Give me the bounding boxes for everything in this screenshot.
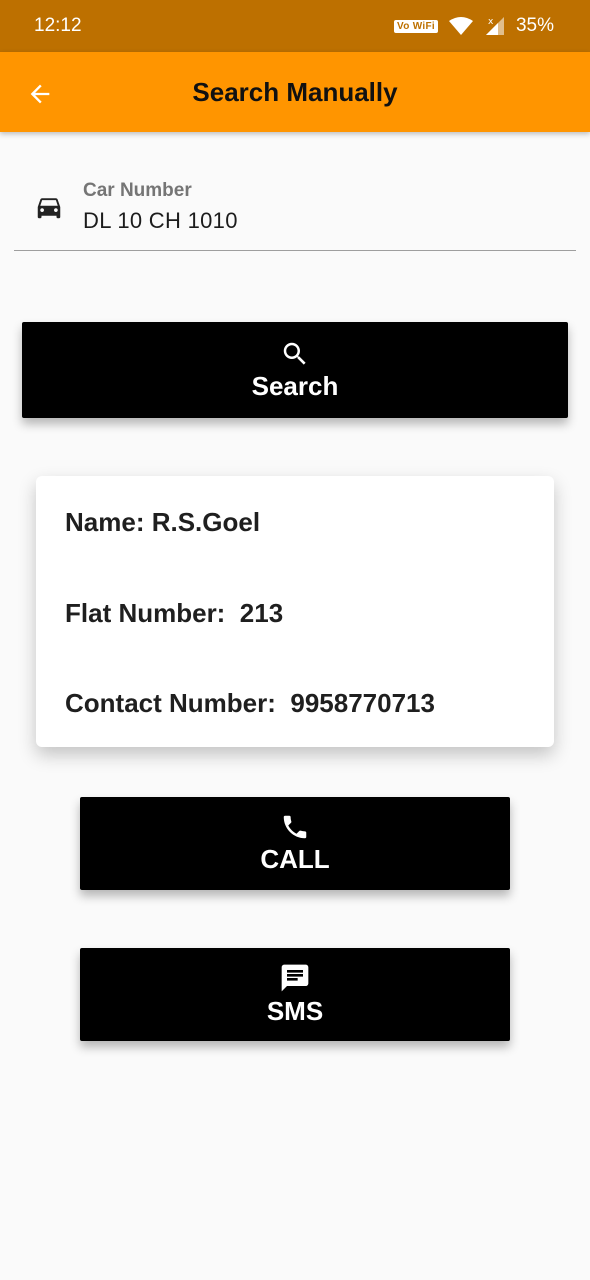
battery-percent: 35% <box>515 15 554 36</box>
search-icon <box>283 342 306 365</box>
message-icon <box>281 964 309 992</box>
vowifi-badge: Vo WiFi <box>394 19 438 33</box>
page-title: Search Manually <box>192 76 398 107</box>
call-button[interactable]: CALL <box>80 797 510 890</box>
phone-icon <box>283 815 307 839</box>
car-icon <box>34 192 64 227</box>
contact-number-row: Contact Number: 9958770713 <box>65 688 435 719</box>
arrow-left-icon <box>30 84 50 104</box>
status-bar: 12:12 Vo WiFi x 35% <box>0 0 590 52</box>
contact-number-value: 9958770713 <box>290 688 435 718</box>
car-number-label: Car Number <box>83 180 192 201</box>
owner-details-card: Name: R.S.Goel Flat Number: 213 Contact … <box>36 476 554 747</box>
contact-number-label: Contact Number: <box>65 688 276 718</box>
sms-button-label: SMS <box>266 996 324 1026</box>
flat-number-label: Flat Number: <box>65 598 226 628</box>
search-button-label: Search <box>251 370 339 401</box>
flat-number-value: 213 <box>239 598 284 628</box>
wifi-icon <box>448 16 474 36</box>
svg-text:x: x <box>488 17 494 27</box>
signal-icon: x <box>484 15 506 37</box>
app-bar: Search Manually <box>0 52 590 132</box>
owner-name-row: Name: R.S.Goel <box>65 507 260 538</box>
flat-number-row: Flat Number: 213 <box>65 598 283 629</box>
call-button-label: CALL <box>260 844 330 874</box>
car-number-field[interactable]: Car Number DL 10 CH 1010 <box>14 170 576 251</box>
owner-name-value: R.S.Goel <box>151 507 261 537</box>
owner-name-label: Name: <box>65 507 145 537</box>
status-icons: Vo WiFi x 35% <box>394 15 554 37</box>
sms-button[interactable]: SMS <box>80 948 510 1041</box>
search-button[interactable]: Search <box>22 322 568 418</box>
back-button[interactable] <box>22 76 58 112</box>
car-number-input[interactable]: DL 10 CH 1010 <box>83 208 238 234</box>
status-time: 12:12 <box>34 15 82 36</box>
